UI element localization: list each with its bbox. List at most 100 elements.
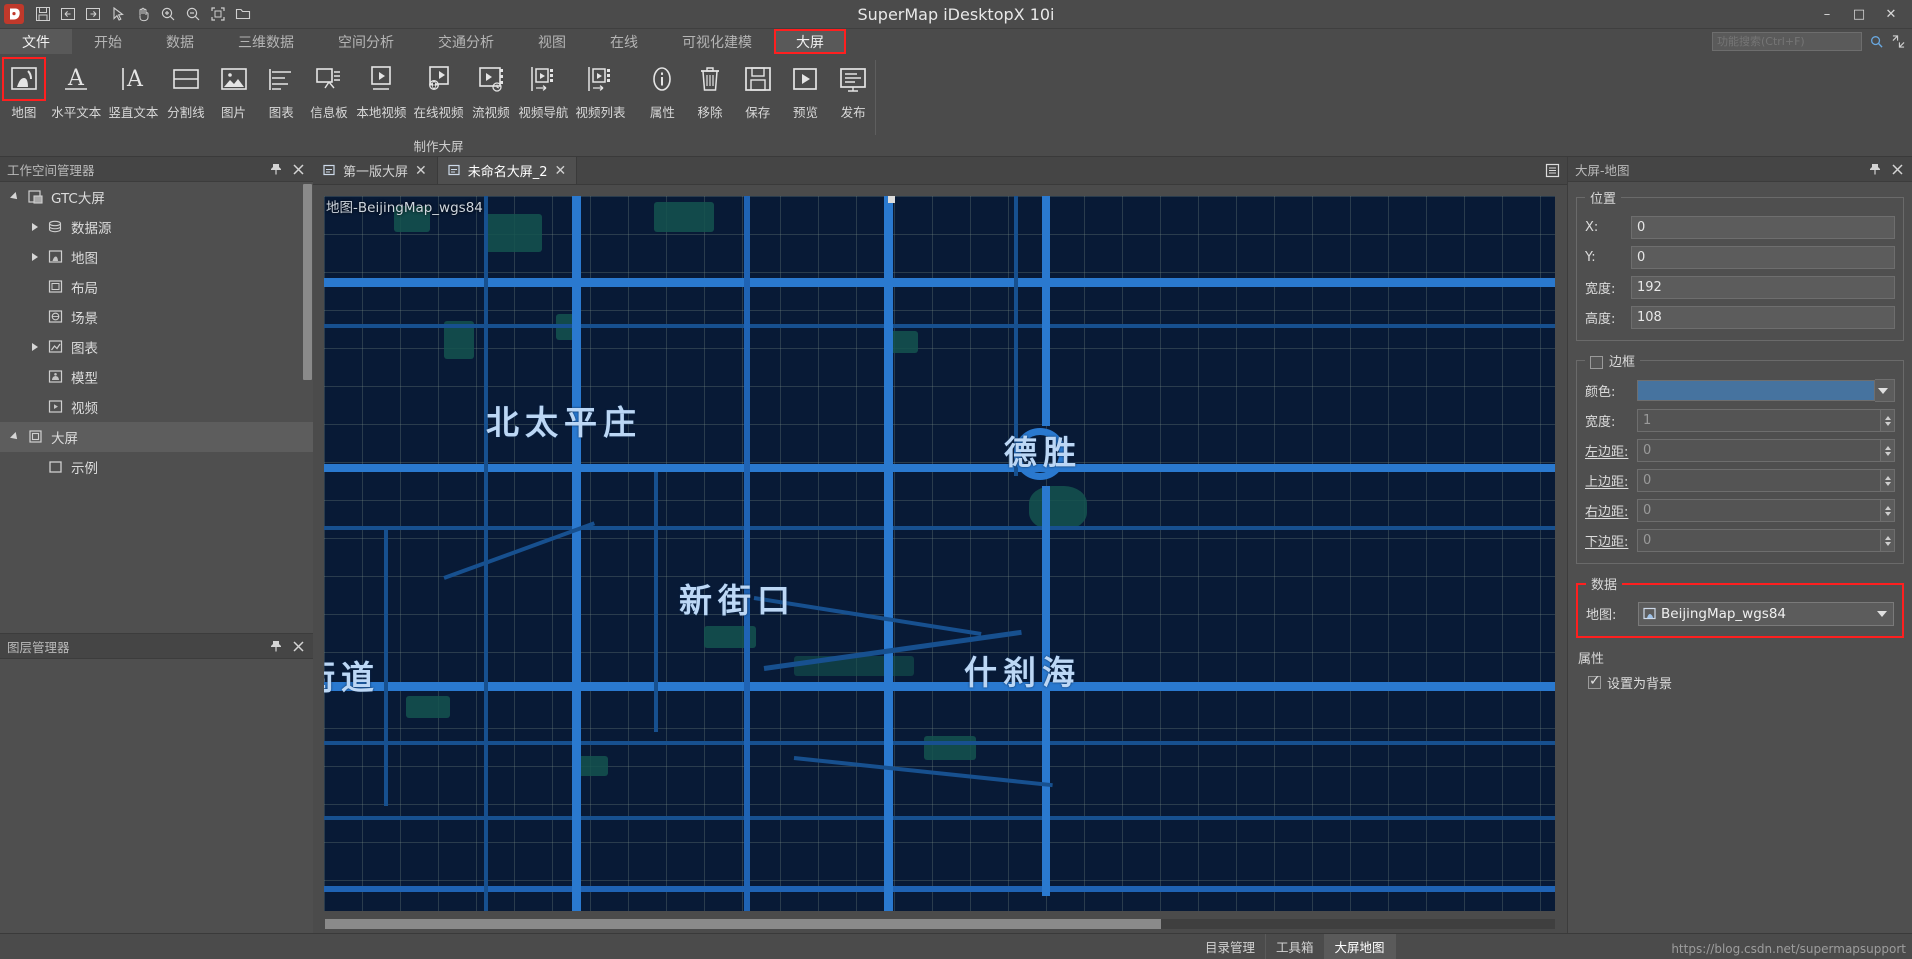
- set-as-background-checkbox[interactable]: [1588, 673, 1601, 689]
- tab-keshihua-jianmo[interactable]: 可视化建模: [660, 29, 774, 54]
- tree-expander[interactable]: [24, 223, 46, 231]
- width-input[interactable]: 192: [1631, 276, 1895, 299]
- expand-ribbon-icon[interactable]: [1890, 34, 1906, 50]
- tree-expander[interactable]: [24, 343, 46, 351]
- tree-item-bigscreen[interactable]: 大屏: [0, 422, 313, 452]
- tab-jiaotong-fenxi[interactable]: 交通分析: [416, 29, 516, 54]
- margin-bottom-stepper[interactable]: [1881, 529, 1895, 552]
- tree-expander[interactable]: [4, 192, 26, 202]
- tab-zaixian[interactable]: 在线: [588, 29, 660, 54]
- save-icon[interactable]: [31, 3, 55, 25]
- full-extent-icon[interactable]: [206, 3, 230, 25]
- ribbon-item-vertical-text[interactable]: A 竖直文本: [105, 59, 162, 121]
- close-icon[interactable]: ✕: [415, 164, 427, 178]
- panel-menu-icon[interactable]: [1545, 163, 1559, 178]
- margin-top-input[interactable]: 0: [1637, 469, 1881, 492]
- ribbon-item-save[interactable]: 保存: [734, 59, 782, 121]
- bigscreen-map-canvas[interactable]: 地图-BeijingMap_wgs84 北太平庄 德胜 新街口 街道 什刹海: [324, 196, 1555, 911]
- tab-wenjian[interactable]: 文件: [0, 29, 72, 54]
- close-icon[interactable]: [291, 639, 305, 653]
- set-as-background-row[interactable]: 设置为背景: [1576, 673, 1904, 692]
- y-input[interactable]: 0: [1631, 246, 1895, 269]
- tree-item-chart[interactable]: 图表: [0, 332, 313, 362]
- pin-icon[interactable]: [269, 639, 283, 653]
- margin-right-input[interactable]: 0: [1637, 499, 1881, 522]
- ribbon-item-publish[interactable]: 发布: [829, 59, 877, 121]
- margin-left-stepper[interactable]: [1881, 439, 1895, 462]
- tab-shuju[interactable]: 数据: [144, 29, 216, 54]
- status-button-toolbox[interactable]: 工具箱: [1266, 934, 1325, 959]
- zoom-out-icon[interactable]: [181, 3, 205, 25]
- status-button-bigscreen-map[interactable]: 大屏地图: [1324, 934, 1396, 959]
- ribbon-item-info-board[interactable]: 信息板: [305, 59, 353, 121]
- maximize-button[interactable]: □: [1844, 2, 1874, 26]
- ribbon-item-online-video[interactable]: 在线视频: [410, 59, 467, 121]
- workspace-tree-scrollbar[interactable]: [303, 184, 312, 380]
- canvas-horizontal-scrollbar[interactable]: [325, 919, 1555, 929]
- ribbon-item-video-nav[interactable]: 视频导航: [515, 59, 572, 121]
- layer-manager-body[interactable]: [0, 659, 313, 933]
- tree-item-datasource[interactable]: 数据源: [0, 212, 313, 242]
- function-search-box[interactable]: [1712, 32, 1862, 51]
- tab-daping[interactable]: 大屏: [774, 29, 846, 54]
- margin-top-label: 上边距:: [1585, 475, 1629, 490]
- tab-shitu[interactable]: 视图: [516, 29, 588, 54]
- map-select[interactable]: BeijingMap_wgs84: [1638, 601, 1894, 626]
- ribbon-item-local-video[interactable]: 本地视频: [353, 59, 410, 121]
- pan-hand-icon[interactable]: [131, 3, 155, 25]
- ribbon-item-chart[interactable]: 图表: [257, 59, 305, 121]
- ribbon-item-picture[interactable]: 图片: [210, 59, 258, 121]
- tree-item-layout[interactable]: 布局: [0, 272, 313, 302]
- ribbon-item-properties[interactable]: 属性: [638, 59, 686, 121]
- x-input[interactable]: 0: [1631, 216, 1895, 239]
- border-color-swatch[interactable]: [1637, 380, 1875, 401]
- ribbon-item-video-list[interactable]: 视频列表: [572, 59, 629, 121]
- document-tab-first-bigscreen[interactable]: 第一版大屏 ✕: [313, 157, 438, 184]
- tree-item-model[interactable]: 模型: [0, 362, 313, 392]
- tree-item-gtc-bigscreen[interactable]: GTC大屏: [0, 182, 313, 212]
- close-icon[interactable]: [1890, 162, 1904, 176]
- chevron-down-icon[interactable]: [1875, 379, 1895, 402]
- search-input[interactable]: [1717, 35, 1857, 48]
- ribbon-item-remove[interactable]: 移除: [686, 59, 734, 121]
- ribbon-item-label: 信息板: [310, 105, 348, 120]
- document-tab-untitled-bigscreen-2[interactable]: 未命名大屏_2 ✕: [437, 157, 578, 184]
- tree-expander[interactable]: [4, 432, 26, 442]
- pin-icon[interactable]: [1868, 162, 1882, 176]
- undo-icon[interactable]: [56, 3, 80, 25]
- status-button-catalog[interactable]: 目录管理: [1195, 934, 1267, 959]
- border-checkbox[interactable]: [1590, 356, 1603, 369]
- search-icon[interactable]: [1868, 34, 1884, 50]
- open-folder-icon[interactable]: [231, 3, 255, 25]
- minimize-button[interactable]: –: [1812, 2, 1842, 26]
- ribbon-item-stream-video[interactable]: 流视频: [467, 59, 515, 121]
- border-width-stepper[interactable]: [1881, 409, 1895, 432]
- chevron-down-icon[interactable]: [1877, 610, 1887, 617]
- redo-icon[interactable]: [81, 3, 105, 25]
- margin-right-stepper[interactable]: [1881, 499, 1895, 522]
- ribbon-item-map[interactable]: 地图: [0, 57, 48, 121]
- close-icon[interactable]: [291, 162, 305, 176]
- tree-item-map[interactable]: 地图: [0, 242, 313, 272]
- border-width-input[interactable]: 1: [1637, 409, 1881, 432]
- close-button[interactable]: ✕: [1876, 2, 1906, 26]
- tree-item-video[interactable]: 视频: [0, 392, 313, 422]
- zoom-in-icon[interactable]: [156, 3, 180, 25]
- ribbon-item-horizontal-text[interactable]: A 水平文本: [48, 59, 105, 121]
- margin-top-stepper[interactable]: [1881, 469, 1895, 492]
- tree-item-example[interactable]: 示例: [0, 452, 313, 482]
- tab-kongjian-fenxi[interactable]: 空间分析: [316, 29, 416, 54]
- margin-bottom-input[interactable]: 0: [1637, 529, 1881, 552]
- ribbon-item-divider-line[interactable]: 分割线: [162, 59, 210, 121]
- selection-handle[interactable]: [888, 196, 895, 203]
- tree-expander[interactable]: [24, 253, 46, 261]
- ribbon-item-preview[interactable]: 预览: [782, 59, 830, 121]
- height-input[interactable]: 108: [1631, 306, 1895, 329]
- margin-left-input[interactable]: 0: [1637, 439, 1881, 462]
- tree-item-scene[interactable]: 场景: [0, 302, 313, 332]
- tab-sanwei-shuju[interactable]: 三维数据: [216, 29, 316, 54]
- select-icon[interactable]: [106, 3, 130, 25]
- tab-kaishi[interactable]: 开始: [72, 29, 144, 54]
- pin-icon[interactable]: [269, 162, 283, 176]
- close-icon[interactable]: ✕: [555, 164, 567, 178]
